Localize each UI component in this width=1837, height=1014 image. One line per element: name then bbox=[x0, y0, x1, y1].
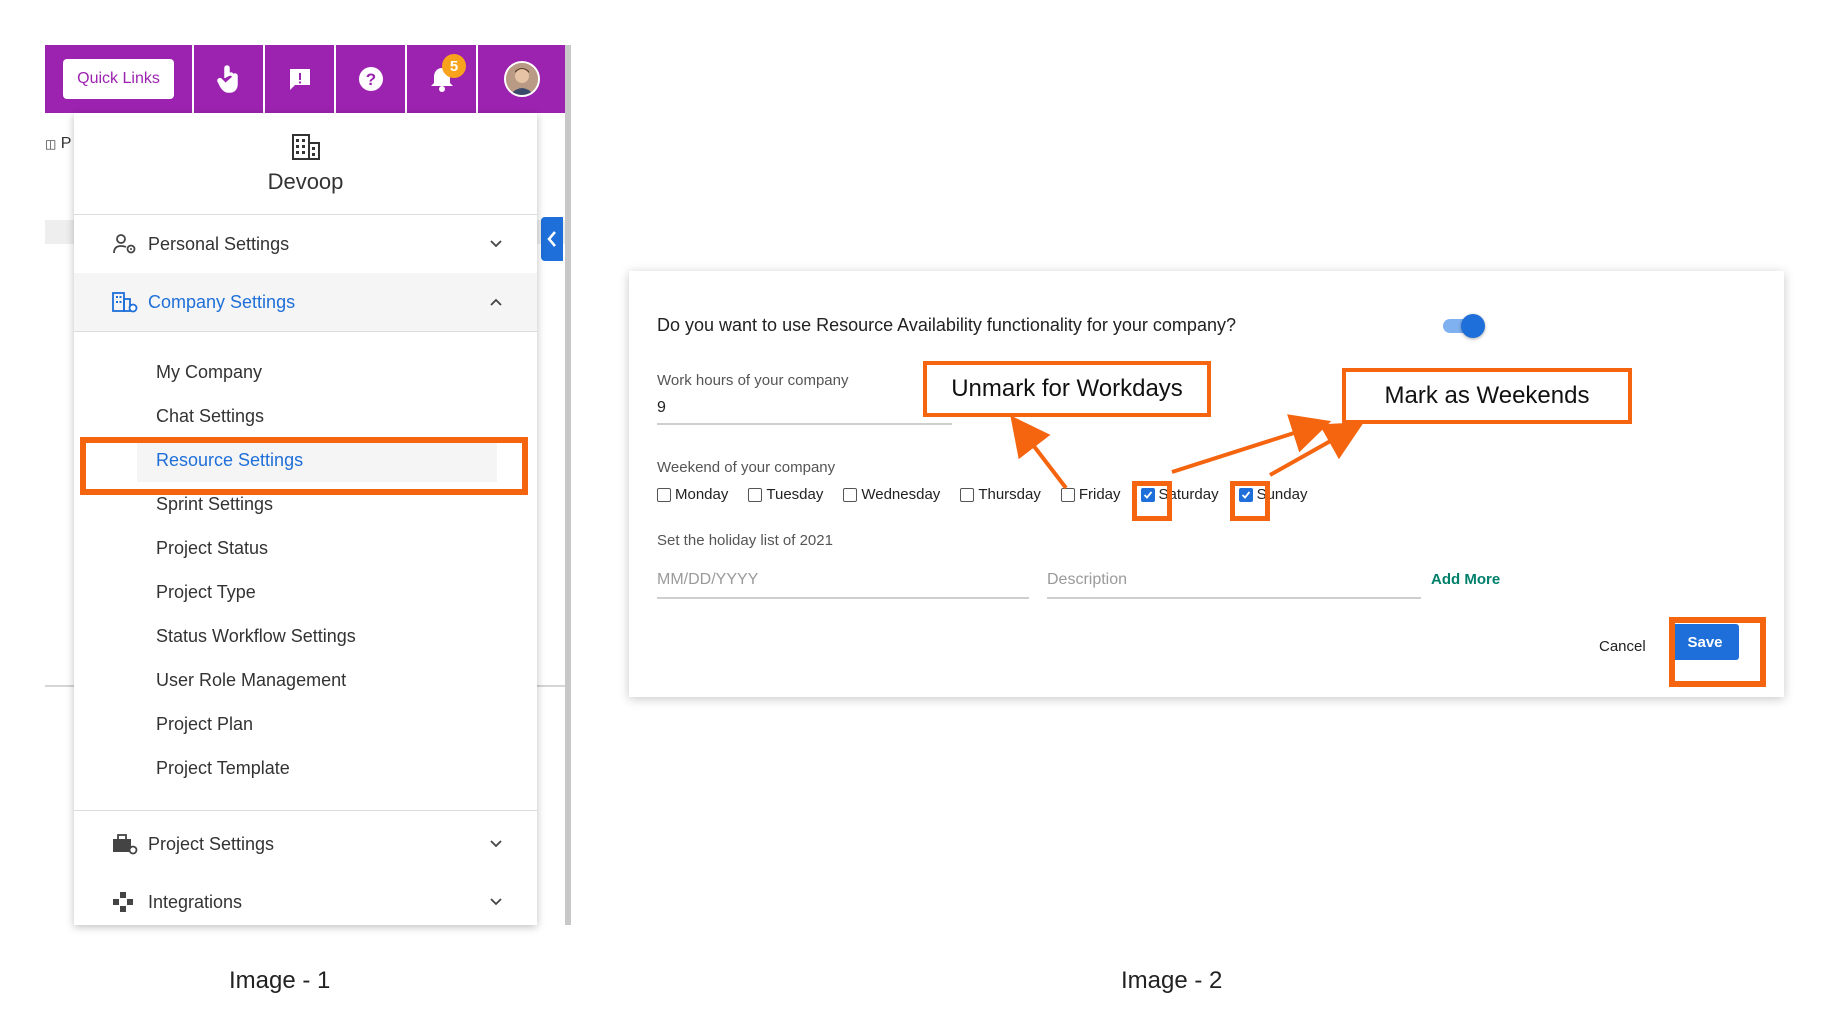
cancel-button[interactable]: Cancel bbox=[1599, 638, 1646, 655]
menu-item-project-status[interactable]: Project Status bbox=[74, 526, 537, 570]
menu-item-status-workflow-settings[interactable]: Status Workflow Settings bbox=[74, 614, 537, 658]
section-company-settings[interactable]: Company Settings bbox=[74, 273, 537, 331]
holiday-date-underline bbox=[657, 597, 1029, 599]
day-thursday[interactable]: Thursday bbox=[960, 486, 1041, 503]
chevron-down-icon bbox=[490, 240, 502, 248]
company-header: Devoop bbox=[74, 113, 537, 215]
checkbox[interactable] bbox=[843, 487, 858, 502]
columns-icon: ◫ bbox=[45, 137, 57, 151]
weekend-label: Weekend of your company bbox=[657, 459, 836, 476]
user-gear-icon bbox=[113, 234, 136, 254]
add-more-link[interactable]: Add More bbox=[1431, 571, 1500, 588]
section-label: Personal Settings bbox=[148, 233, 290, 254]
resource-availability-question: Do you want to use Resource Availability… bbox=[657, 315, 1236, 335]
section-label: Integrations bbox=[148, 891, 243, 912]
notification-badge: 5 bbox=[442, 54, 466, 78]
sunday-checkbox-highlight bbox=[1230, 481, 1270, 521]
resource-settings-highlight bbox=[80, 437, 528, 495]
holiday-date-input[interactable]: MM/DD/YYYY bbox=[657, 571, 758, 589]
menu-item-my-company[interactable]: My Company bbox=[74, 350, 537, 394]
page-scrollbar[interactable] bbox=[565, 45, 571, 925]
work-hours-input[interactable]: 9 bbox=[657, 399, 666, 417]
unmark-workdays-callout: Unmark for Workdays bbox=[923, 361, 1211, 417]
chevron-down-icon bbox=[490, 840, 502, 848]
company-name: Devoop bbox=[267, 168, 344, 194]
checkbox[interactable] bbox=[960, 487, 975, 502]
day-monday[interactable]: Monday bbox=[657, 486, 728, 503]
section-project-settings[interactable]: Project Settings bbox=[74, 815, 537, 873]
section-integrations[interactable]: Integrations bbox=[74, 873, 537, 931]
chevron-up-icon bbox=[490, 298, 502, 306]
building-icon bbox=[291, 133, 320, 160]
image-1-caption: Image - 1 bbox=[229, 967, 331, 994]
notifications-button[interactable]: 5 bbox=[407, 45, 478, 113]
resource-settings-card: Do you want to use Resource Availability… bbox=[629, 271, 1784, 697]
menu-item-project-type[interactable]: Project Type bbox=[74, 570, 537, 614]
feedback-icon bbox=[289, 69, 310, 90]
chevron-left-icon bbox=[547, 231, 556, 247]
top-toolbar: Quick Links ? 5 bbox=[45, 45, 565, 113]
chevron-down-icon bbox=[490, 898, 502, 906]
section-personal-settings[interactable]: Personal Settings bbox=[74, 215, 537, 273]
company-gear-icon bbox=[112, 292, 138, 313]
resource-availability-toggle[interactable] bbox=[1443, 313, 1485, 338]
integrations-icon bbox=[113, 892, 133, 912]
checkbox[interactable] bbox=[748, 487, 763, 502]
avatar bbox=[503, 61, 540, 97]
briefcase-gear-icon bbox=[113, 834, 138, 855]
section-label: Project Settings bbox=[148, 833, 275, 854]
user-photo-icon bbox=[505, 63, 538, 95]
background-partial-text: ◫ P bbox=[45, 135, 72, 152]
day-friday[interactable]: Friday bbox=[1060, 486, 1121, 503]
work-hours-underline bbox=[657, 423, 952, 425]
weekend-day-checkboxes: Monday Tuesday Wednesday Thursday Friday… bbox=[657, 486, 1327, 503]
help-icon: ? bbox=[358, 67, 383, 91]
checkbox[interactable] bbox=[1060, 487, 1075, 502]
quick-links-button[interactable]: Quick Links bbox=[63, 59, 174, 99]
holiday-description-underline bbox=[1047, 597, 1421, 599]
menu-item-project-plan[interactable]: Project Plan bbox=[74, 702, 537, 746]
hand-pointer-icon bbox=[216, 65, 238, 93]
checkbox[interactable] bbox=[657, 487, 671, 502]
toggle-knob bbox=[1461, 314, 1485, 338]
touch-button[interactable] bbox=[194, 45, 265, 113]
menu-item-chat-settings[interactable]: Chat Settings bbox=[74, 394, 537, 438]
collapse-panel-button[interactable] bbox=[541, 217, 563, 261]
save-button-highlight bbox=[1669, 617, 1766, 687]
svg-text:?: ? bbox=[365, 70, 375, 89]
feedback-button[interactable] bbox=[265, 45, 336, 113]
profile-button[interactable] bbox=[478, 45, 565, 113]
section-label: Company Settings bbox=[148, 291, 296, 312]
work-hours-label: Work hours of your company bbox=[657, 372, 849, 389]
mark-weekends-callout: Mark as Weekends bbox=[1342, 368, 1632, 424]
menu-item-user-role-management[interactable]: User Role Management bbox=[74, 658, 537, 702]
company-settings-submenu: My Company Chat Settings Resource Settin… bbox=[74, 331, 537, 811]
image-2-caption: Image - 2 bbox=[1121, 967, 1223, 994]
saturday-checkbox-highlight bbox=[1132, 481, 1172, 521]
menu-item-project-template[interactable]: Project Template bbox=[74, 746, 537, 790]
holiday-list-label: Set the holiday list of 2021 bbox=[657, 532, 833, 549]
day-wednesday[interactable]: Wednesday bbox=[843, 486, 940, 503]
quick-links-wrap: Quick Links bbox=[45, 45, 194, 113]
settings-dropdown-menu: Devoop Personal Settings Company Setting… bbox=[74, 113, 537, 925]
holiday-description-input[interactable]: Description bbox=[1047, 571, 1127, 589]
day-tuesday[interactable]: Tuesday bbox=[748, 486, 823, 503]
help-button[interactable]: ? bbox=[336, 45, 407, 113]
